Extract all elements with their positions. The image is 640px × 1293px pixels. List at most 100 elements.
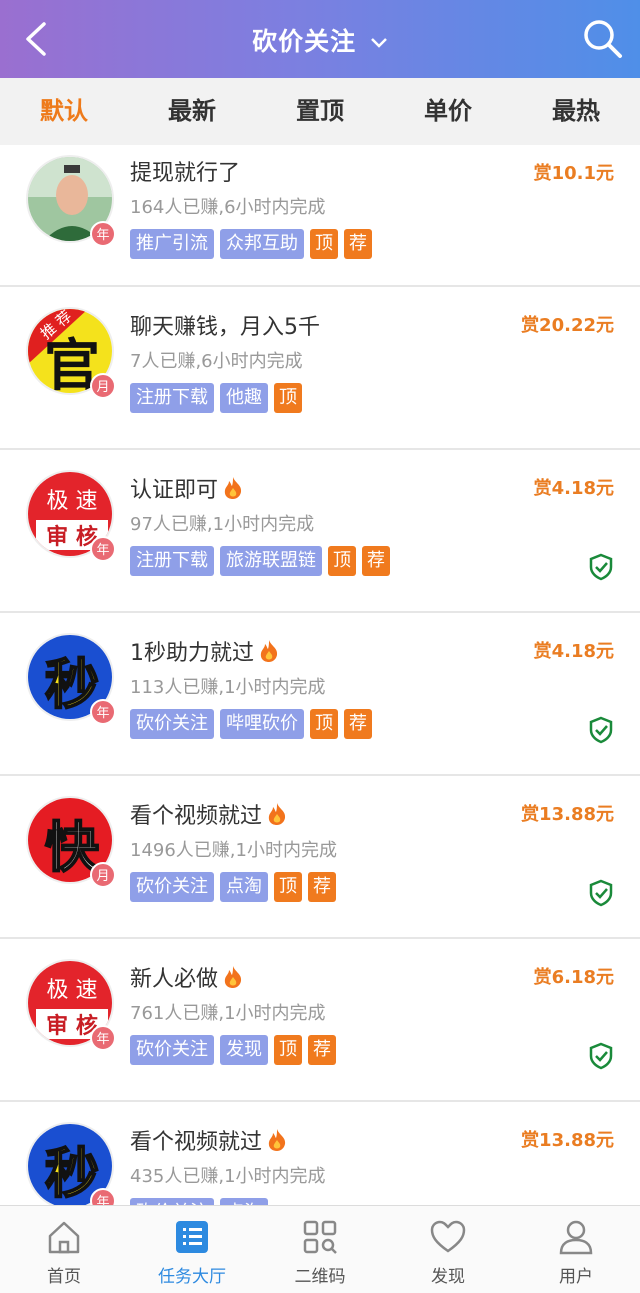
bottom-tab-bar: 首页 任务大厅 二维码 发现 用户 bbox=[0, 1205, 640, 1293]
task-title: 认证即可 bbox=[130, 474, 390, 508]
filter-tab-4[interactable]: 最热 bbox=[512, 78, 640, 145]
promo-tag: 顶 bbox=[310, 709, 338, 739]
verified-shield-icon bbox=[588, 1042, 614, 1070]
task-list-item[interactable]: 推 荐 官月聊天赚钱，月入5千 7人已赚,6小时内完成 注册下载 他趣顶 赏20.22元 bbox=[0, 287, 640, 450]
filter-tab-0[interactable]: 默认 bbox=[0, 78, 128, 145]
task-title: 1秒助力就过 bbox=[130, 637, 372, 671]
page-title[interactable]: 砍价关注 bbox=[0, 22, 640, 58]
promo-tag: 荐 bbox=[308, 1035, 336, 1065]
period-badge: 月 bbox=[90, 373, 116, 399]
search-icon[interactable] bbox=[582, 18, 624, 60]
task-tags: 砍价关注 点淘顶荐 bbox=[130, 872, 337, 902]
fire-icon bbox=[266, 802, 288, 837]
task-title-text: 认证即可 bbox=[130, 478, 219, 503]
task-meta: 761人已赚,1小时内完成 bbox=[130, 1003, 326, 1024]
task-title-text: 1秒助力就过 bbox=[130, 641, 254, 666]
category-tag: 发现 bbox=[220, 1035, 268, 1065]
sort-filter-bar: 默认 最新 置顶 单价 最热 bbox=[0, 78, 640, 145]
task-tags: 砍价关注点淘 bbox=[130, 1198, 326, 1205]
task-meta: 97人已赚,1小时内完成 bbox=[130, 514, 315, 535]
user-icon bbox=[557, 1218, 595, 1256]
verified-shield-icon bbox=[588, 553, 614, 581]
filter-tab-3[interactable]: 单价 bbox=[384, 78, 512, 145]
category-tag: 众邦互助 bbox=[220, 229, 304, 259]
task-tags: 推广引流 众邦互助顶荐 bbox=[130, 229, 372, 259]
category-tag: 他趣 bbox=[220, 383, 268, 413]
period-badge: 年 bbox=[90, 699, 116, 725]
category-tag: 点淘 bbox=[220, 872, 268, 902]
task-list-item[interactable]: 极 速 审 核年认证即可 97人已赚,1小时内完成 注册下载 旅游联盟链顶荐 赏4.18… bbox=[0, 450, 640, 613]
task-list-item[interactable]: 快月看个视频就过 1496人已赚,1小时内完成砍价关注 点淘顶荐 赏13.88元 bbox=[0, 776, 640, 939]
category-tag: 注册下载 bbox=[130, 383, 214, 413]
tab-home[interactable]: 首页 bbox=[0, 1206, 128, 1293]
top-bar: 砍价关注 bbox=[0, 0, 640, 78]
task-list-item[interactable]: 秒年看个视频就过 435人已赚,1小时内完成砍价关注点淘 赏13.88元 bbox=[0, 1102, 640, 1205]
promo-tag: 顶 bbox=[274, 872, 302, 902]
task-avatar: 极 速 审 核年 bbox=[26, 959, 116, 1051]
verified-shield-icon bbox=[588, 879, 614, 907]
task-meta: 164人已赚,6小时内完成 bbox=[130, 197, 326, 218]
task-title-text: 看个视频就过 bbox=[130, 1130, 263, 1155]
tab-user[interactable]: 用户 bbox=[512, 1206, 640, 1293]
svg-text:极 速: 极 速 bbox=[47, 489, 98, 514]
tab-label: 用户 bbox=[559, 1267, 593, 1287]
filter-tab-1[interactable]: 最新 bbox=[128, 78, 256, 145]
category-tag: 点淘 bbox=[220, 1198, 268, 1205]
task-meta: 435人已赚,1小时内完成 bbox=[130, 1166, 326, 1187]
category-tag: 砍价关注 bbox=[130, 1198, 214, 1205]
reward-amount: 赏6.18元 bbox=[533, 967, 614, 988]
task-content: 提现就行了 164人已赚,6小时内完成推广引流 众邦互助顶荐 bbox=[130, 157, 372, 259]
reward-amount: 赏20.22元 bbox=[521, 315, 614, 336]
task-title: 看个视频就过 bbox=[130, 1126, 326, 1160]
task-tags: 砍价关注 哔哩砍价顶荐 bbox=[130, 709, 372, 739]
category-tag: 砍价关注 bbox=[130, 872, 214, 902]
task-avatar: 年 bbox=[26, 155, 116, 247]
task-list-item[interactable]: 年 提现就行了 164人已赚,6小时内完成推广引流 众邦互助顶荐 赏10.1元 bbox=[0, 145, 640, 287]
promo-tag: 顶 bbox=[310, 229, 338, 259]
promo-tag: 荐 bbox=[344, 229, 372, 259]
task-title: 新人必做 bbox=[130, 963, 336, 997]
qrcode-icon bbox=[301, 1218, 339, 1256]
period-badge: 月 bbox=[90, 862, 116, 888]
reward-amount: 赏13.88元 bbox=[521, 804, 614, 825]
task-title-text: 新人必做 bbox=[130, 967, 219, 992]
filter-tab-2[interactable]: 置顶 bbox=[256, 78, 384, 145]
task-avatar: 快月 bbox=[26, 796, 116, 888]
task-list: 年提现就行了 164人已赚,6小时内完成 推广引流 众邦互助顶荐赏10.1元 推 荐 … bbox=[0, 145, 640, 1205]
reward-amount: 赏13.88元 bbox=[521, 1130, 614, 1151]
tab-qrcode[interactable]: 二维码 bbox=[256, 1206, 384, 1293]
tab-heart[interactable]: 发现 bbox=[384, 1206, 512, 1293]
task-title-text: 聊天赚钱，月入5千 bbox=[130, 315, 320, 340]
reward-amount: 赏4.18元 bbox=[533, 641, 614, 662]
task-content: 聊天赚钱，月入5千 7人已赚,6小时内完成注册下载 他趣顶 bbox=[130, 311, 320, 413]
task-list-item[interactable]: 秒年 1秒助力就过 113人已赚,1小时内完成 砍价关注 哔哩砍价顶荐 赏4.18元 bbox=[0, 613, 640, 776]
task-title: 聊天赚钱，月入5千 bbox=[130, 311, 320, 345]
promo-tag: 荐 bbox=[308, 872, 336, 902]
tab-label: 发现 bbox=[431, 1267, 465, 1287]
category-tag: 旅游联盟链 bbox=[220, 546, 322, 576]
verified-shield-icon bbox=[588, 716, 614, 744]
task-avatar: 秒年 bbox=[26, 633, 116, 725]
category-tag: 砍价关注 bbox=[130, 709, 214, 739]
reward-amount: 赏10.1元 bbox=[533, 163, 614, 184]
tab-task-list[interactable]: 任务大厅 bbox=[128, 1206, 256, 1293]
tab-label: 任务大厅 bbox=[158, 1267, 226, 1287]
promo-tag: 顶 bbox=[274, 1035, 302, 1065]
task-content: 认证即可 97人已赚,1小时内完成 注册下载 旅游联盟链顶荐 bbox=[130, 474, 390, 576]
task-title-text: 看个视频就过 bbox=[130, 804, 263, 829]
tab-label: 首页 bbox=[47, 1267, 81, 1287]
task-title: 提现就行了 bbox=[130, 157, 372, 191]
task-meta: 7人已赚,6小时内完成 bbox=[130, 351, 303, 372]
period-badge: 年 bbox=[90, 1025, 116, 1051]
task-content: 1秒助力就过 113人已赚,1小时内完成 砍价关注 哔哩砍价顶荐 bbox=[130, 637, 372, 739]
task-content: 新人必做 761人已赚,1小时内完成砍价关注 发现顶荐 bbox=[130, 963, 336, 1065]
task-list-item[interactable]: 极 速 审 核年新人必做 761人已赚,1小时内完成砍价关注 发现顶荐 赏6.18元 bbox=[0, 939, 640, 1102]
category-tag: 砍价关注 bbox=[130, 1035, 214, 1065]
tab-label: 二维码 bbox=[294, 1267, 346, 1287]
promo-tag: 顶 bbox=[274, 383, 302, 413]
period-badge: 年 bbox=[90, 536, 116, 562]
task-avatar: 秒年 bbox=[26, 1122, 116, 1205]
task-meta: 1496人已赚,1小时内完成 bbox=[130, 840, 337, 861]
fire-icon bbox=[258, 639, 280, 674]
category-tag: 哔哩砍价 bbox=[220, 709, 304, 739]
